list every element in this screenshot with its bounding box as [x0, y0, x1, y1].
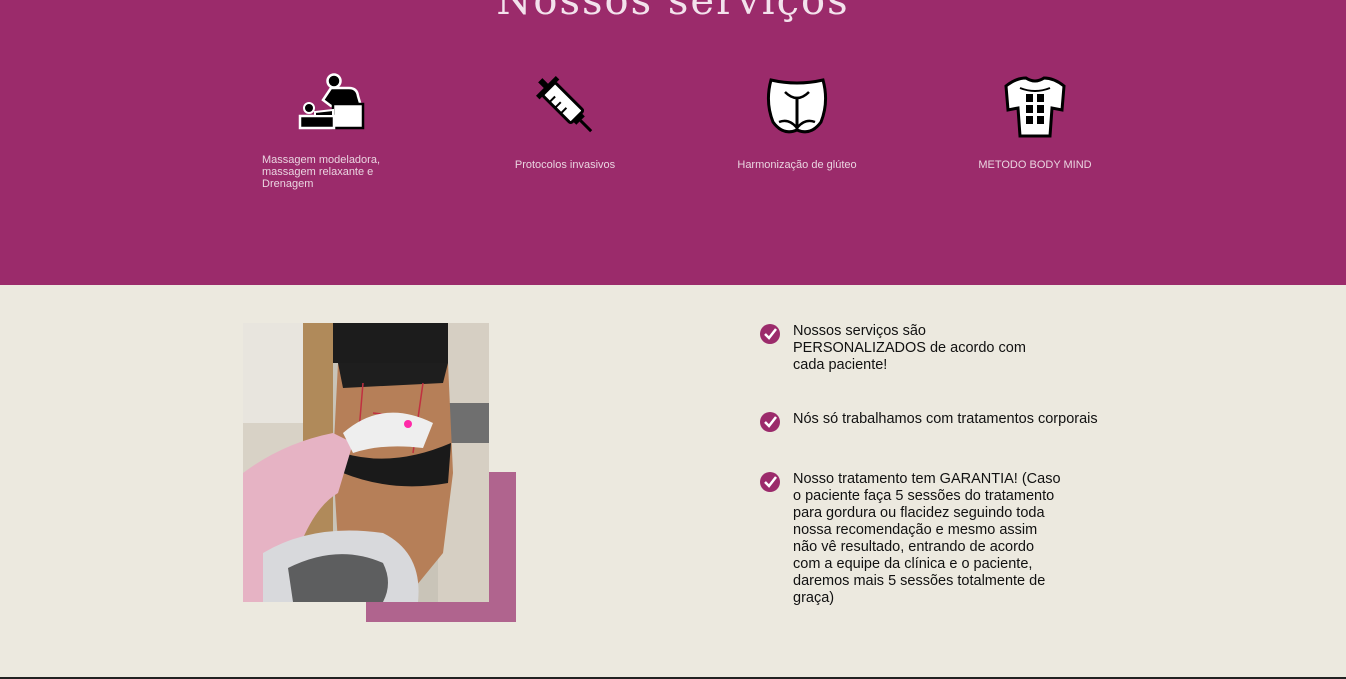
- check-circle-icon: [760, 324, 780, 344]
- service-invasive[interactable]: Protocolos invasivos: [505, 70, 625, 171]
- syringe-icon: [536, 76, 593, 133]
- services-section: Nossos serviços Massagem modeladora, mas…: [0, 0, 1346, 285]
- service-massage[interactable]: Massagem modeladora, massagem relaxante …: [262, 70, 402, 190]
- service-label: METODO BODY MIND: [978, 159, 1092, 171]
- torso-icon: [1004, 76, 1066, 138]
- service-label: Harmonização de glúteo: [737, 159, 857, 171]
- service-label: Massagem modeladora, massagem relaxante …: [262, 154, 381, 190]
- treatment-photo: [243, 323, 489, 602]
- service-body-mind[interactable]: METODO BODY MIND: [965, 70, 1105, 171]
- feature-text: Nossos serviços são PERSONALIZADOS de ac…: [793, 323, 1026, 373]
- check-circle-icon: [760, 412, 780, 432]
- service-label: Protocolos invasivos: [514, 159, 616, 171]
- treatment-photo-block: [243, 323, 516, 622]
- feature-text: Nosso tratamento tem GARANTIA! (Caso o p…: [793, 471, 1061, 606]
- services-title: Nossos serviços: [496, 0, 850, 24]
- service-gluteo[interactable]: Harmonização de glúteo: [727, 70, 867, 171]
- buttocks-icon: [766, 78, 828, 134]
- check-circle-icon: [760, 472, 780, 492]
- feature-text: Nós só trabalhamos com tratamentos corpo…: [793, 411, 1098, 427]
- massage-icon: [298, 73, 365, 130]
